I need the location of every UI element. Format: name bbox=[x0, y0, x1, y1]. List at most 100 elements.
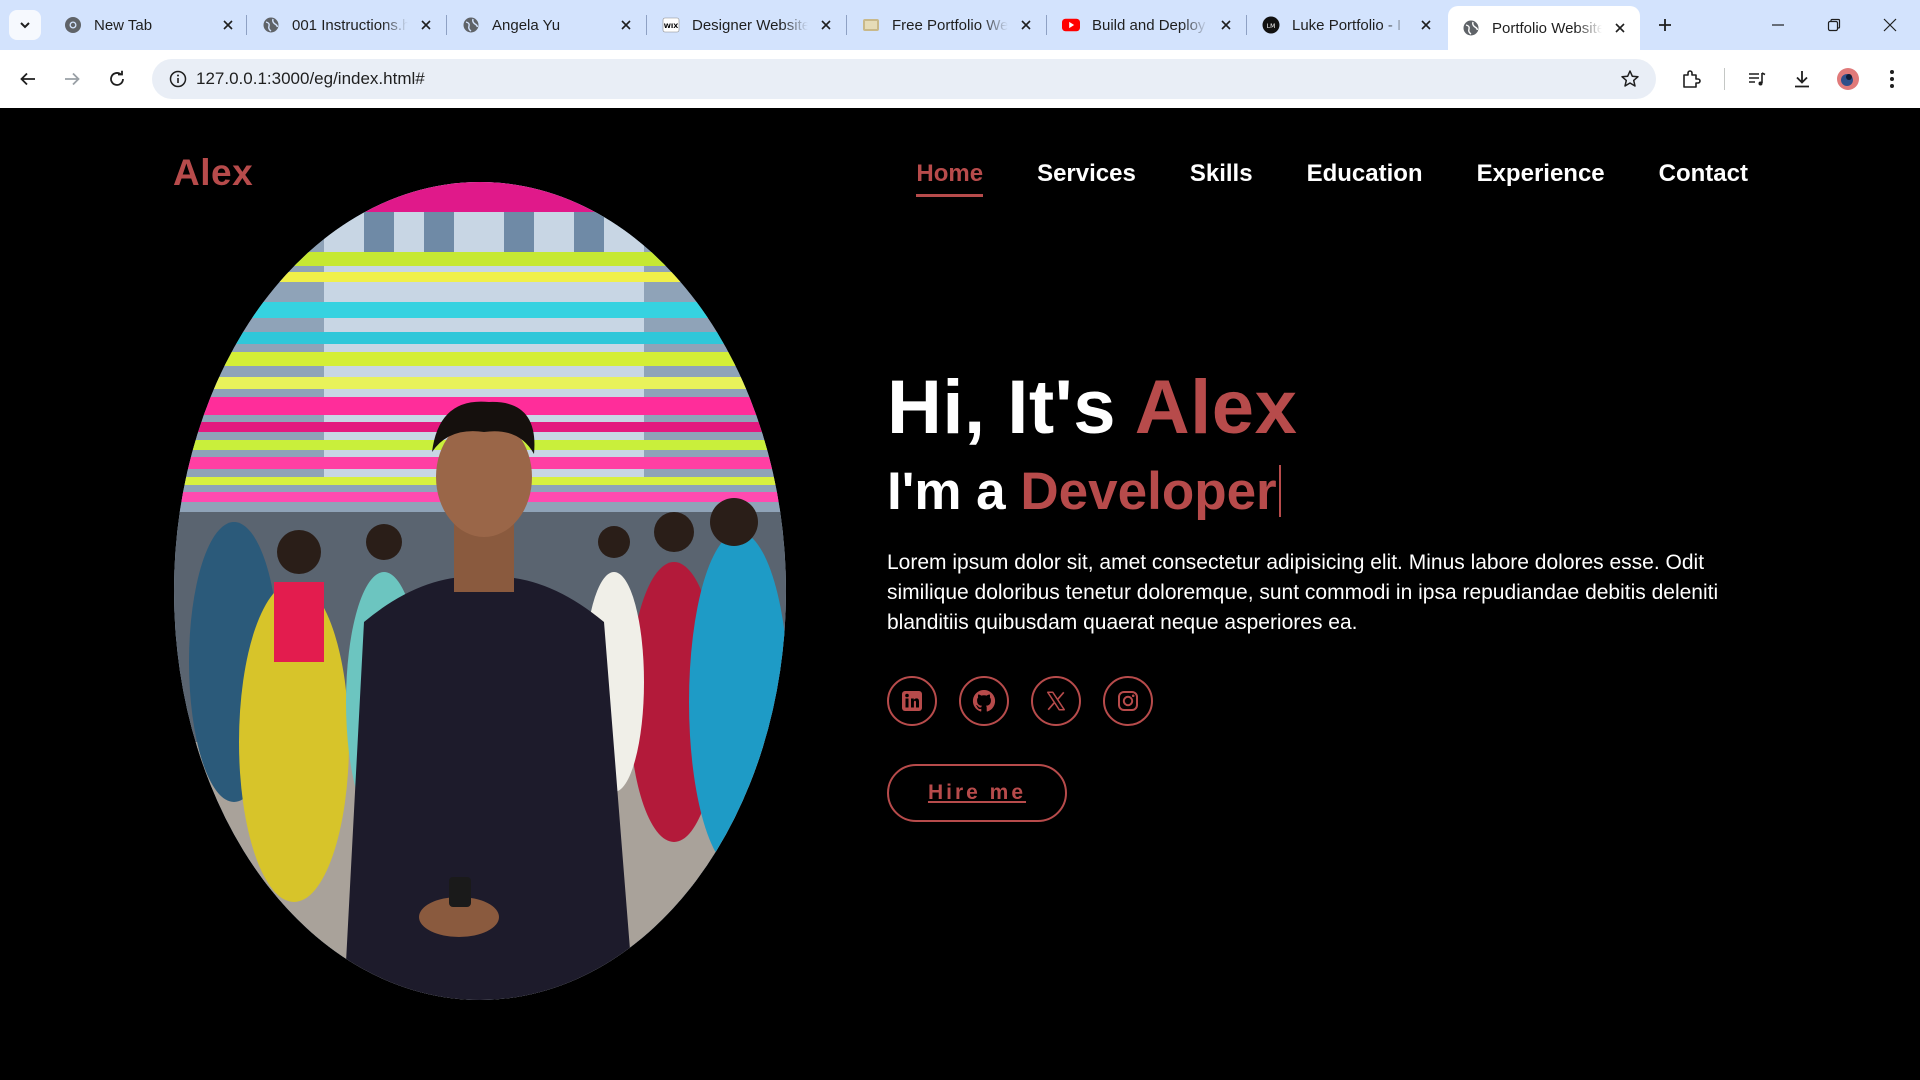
download-icon bbox=[1795, 71, 1809, 88]
close-icon[interactable] bbox=[1016, 15, 1036, 35]
new-tab-button[interactable] bbox=[1652, 12, 1678, 38]
url-text[interactable]: 127.0.0.1:3000/eg/index.html# bbox=[196, 59, 425, 99]
browser-tab-free-portfolio[interactable]: Free Portfolio Web bbox=[848, 6, 1046, 44]
tab-strip: New Tab 001 Instructions.h Angela Yu WIX… bbox=[0, 0, 1920, 50]
tab-title: Luke Portfolio - I bbox=[1292, 16, 1408, 34]
svg-text:LM: LM bbox=[1267, 23, 1276, 30]
nav-experience[interactable]: Experience bbox=[1477, 160, 1605, 197]
tab-search-button[interactable] bbox=[9, 10, 41, 40]
browser-toolbar: 127.0.0.1:3000/eg/index.html# bbox=[0, 50, 1920, 108]
close-window-button[interactable] bbox=[1862, 0, 1918, 50]
typing-cursor bbox=[1278, 465, 1281, 517]
hero-name: Alex bbox=[1134, 365, 1298, 450]
portfolio-page: Alex Home Services Skills Education Expe… bbox=[0, 108, 1920, 1080]
browser-tab-luke-portfolio[interactable]: LM Luke Portfolio - I bbox=[1248, 6, 1446, 44]
site-info-icon[interactable] bbox=[162, 63, 194, 95]
hero-greeting: Hi, It's Alex bbox=[887, 370, 1747, 446]
tab-separator bbox=[846, 15, 847, 35]
greeting-text: Hi, It's bbox=[887, 365, 1135, 450]
nav-skills[interactable]: Skills bbox=[1190, 160, 1253, 197]
profile-photo bbox=[174, 182, 786, 1000]
instagram-link[interactable] bbox=[1103, 675, 1153, 726]
tab-separator bbox=[1046, 15, 1047, 35]
arrow-left-icon bbox=[20, 72, 35, 86]
instagram-icon bbox=[1118, 690, 1138, 711]
main-nav: Home Services Skills Education Experienc… bbox=[862, 160, 1748, 197]
dark-circle-icon: LM bbox=[1262, 16, 1280, 34]
close-icon[interactable] bbox=[616, 15, 636, 35]
github-link[interactable] bbox=[959, 675, 1009, 726]
extensions-button[interactable] bbox=[1675, 63, 1707, 95]
social-links bbox=[887, 675, 1747, 726]
youtube-icon bbox=[1062, 16, 1080, 34]
close-icon[interactable] bbox=[816, 15, 836, 35]
close-icon[interactable] bbox=[1216, 15, 1236, 35]
nav-services[interactable]: Services bbox=[1037, 160, 1136, 197]
tab-title: Portfolio Website bbox=[1492, 19, 1602, 37]
site-logo[interactable]: Alex bbox=[173, 152, 253, 194]
arrow-right-icon bbox=[65, 72, 80, 86]
media-controls-button[interactable] bbox=[1741, 63, 1773, 95]
image-icon bbox=[862, 16, 880, 34]
reload-button[interactable] bbox=[101, 63, 133, 95]
plus-icon bbox=[1659, 19, 1671, 31]
nav-education[interactable]: Education bbox=[1307, 160, 1423, 197]
address-bar[interactable]: 127.0.0.1:3000/eg/index.html# bbox=[152, 59, 1656, 99]
reload-icon bbox=[110, 70, 124, 86]
menu-button[interactable] bbox=[1876, 63, 1908, 95]
bookmark-star-icon[interactable] bbox=[1614, 63, 1646, 95]
browser-tab-portfolio-website[interactable]: Portfolio Website bbox=[1448, 6, 1640, 50]
close-icon[interactable] bbox=[1610, 18, 1630, 38]
hero-section: Hi, It's Alex I'm a Developer Lorem ipsu… bbox=[887, 370, 1747, 822]
minimize-icon bbox=[1772, 24, 1784, 26]
back-button[interactable] bbox=[12, 63, 44, 95]
nav-contact[interactable]: Contact bbox=[1659, 160, 1748, 197]
avatar-icon bbox=[1837, 68, 1859, 90]
close-icon[interactable] bbox=[1416, 15, 1436, 35]
restore-button[interactable] bbox=[1806, 0, 1862, 50]
hire-me-button[interactable]: Hire me bbox=[887, 763, 1067, 822]
hero-role: I'm a Developer bbox=[887, 460, 1747, 524]
browser-tab-angela-yu[interactable]: Angela Yu bbox=[448, 6, 646, 44]
tab-title: Designer Website bbox=[692, 16, 808, 34]
github-icon bbox=[972, 689, 996, 712]
downloads-button[interactable] bbox=[1786, 63, 1818, 95]
browser-tab-designer-website[interactable]: WIX Designer Website bbox=[648, 6, 846, 44]
tab-separator bbox=[246, 15, 247, 35]
linkedin-link[interactable] bbox=[887, 675, 937, 726]
hero-description: Lorem ipsum dolor sit, amet consectetur … bbox=[887, 550, 1719, 634]
nav-home[interactable]: Home bbox=[916, 160, 984, 197]
chevron-down-icon bbox=[20, 22, 30, 29]
profile-avatar[interactable] bbox=[1832, 63, 1864, 95]
tab-title: New Tab bbox=[94, 16, 210, 34]
close-icon bbox=[1883, 18, 1897, 32]
kebab-menu-icon bbox=[1890, 70, 1894, 88]
forward-button[interactable] bbox=[56, 63, 88, 95]
svg-text:WIX: WIX bbox=[664, 22, 679, 30]
tab-separator bbox=[446, 15, 447, 35]
chrome-icon bbox=[64, 16, 82, 34]
globe-icon bbox=[262, 16, 280, 34]
tab-separator bbox=[1246, 15, 1247, 35]
browser-tab-new-tab[interactable]: New Tab bbox=[50, 6, 248, 44]
toolbar-divider bbox=[1724, 68, 1725, 90]
x-icon bbox=[1047, 691, 1065, 711]
puzzle-icon bbox=[1683, 70, 1701, 88]
close-icon[interactable] bbox=[218, 15, 238, 35]
role-prefix: I'm a bbox=[887, 462, 1021, 521]
restore-icon bbox=[1827, 18, 1841, 32]
globe-icon bbox=[462, 16, 480, 34]
tab-title: Free Portfolio Web bbox=[892, 16, 1008, 34]
tab-title: Build and Deploy bbox=[1092, 16, 1208, 34]
x-twitter-link[interactable] bbox=[1031, 675, 1081, 726]
close-icon[interactable] bbox=[416, 15, 436, 35]
tab-title: Angela Yu bbox=[492, 16, 608, 34]
music-queue-icon bbox=[1749, 72, 1766, 86]
tab-title: 001 Instructions.h bbox=[292, 16, 408, 34]
linkedin-icon bbox=[902, 690, 922, 711]
minimize-button[interactable] bbox=[1750, 0, 1806, 50]
browser-tab-build-and-deploy[interactable]: Build and Deploy bbox=[1048, 6, 1246, 44]
wix-icon: WIX bbox=[662, 16, 680, 34]
role-text: Developer bbox=[1020, 462, 1277, 521]
browser-tab-instructions[interactable]: 001 Instructions.h bbox=[248, 6, 446, 44]
